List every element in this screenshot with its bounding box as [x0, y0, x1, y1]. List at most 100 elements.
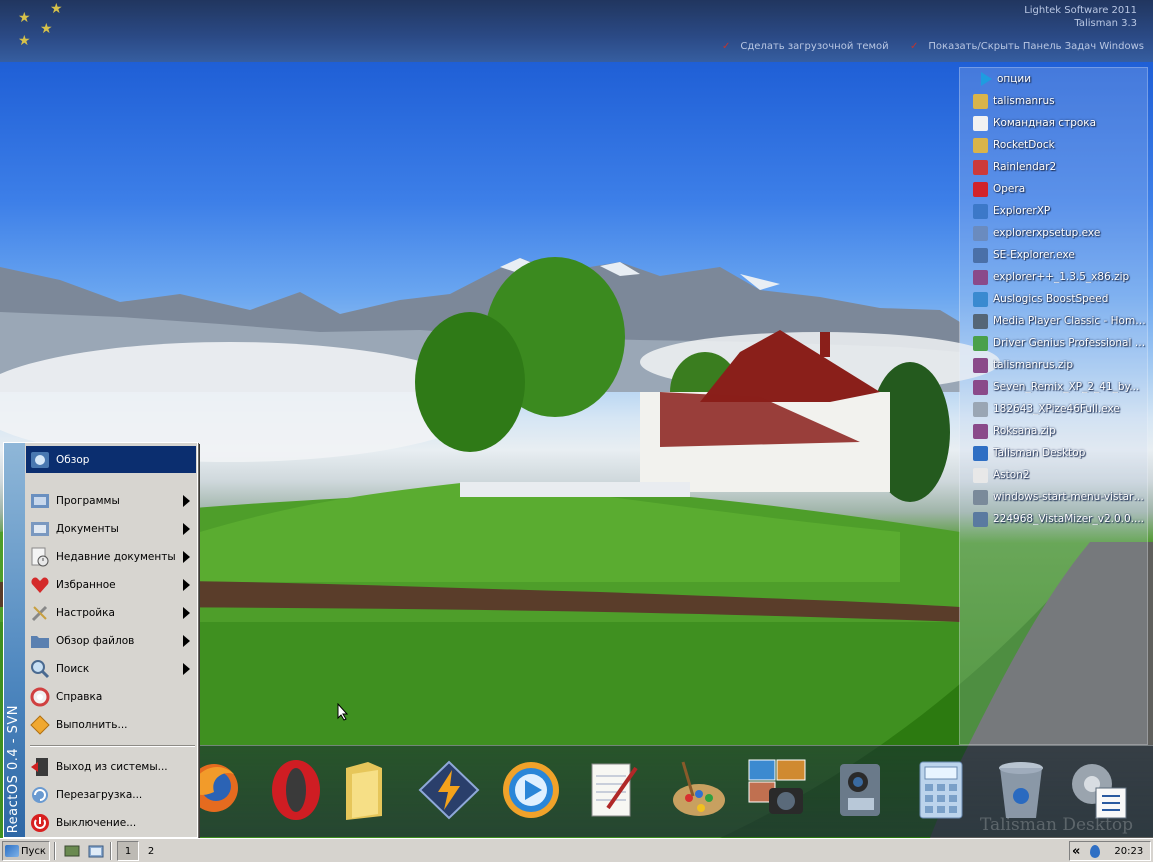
- desktop-shortcut[interactable]: 224968_VistaMizer_v2.0.0....: [960, 508, 1147, 530]
- menu-item-label: Перезагрузка...: [56, 788, 143, 801]
- favorites-icon: [31, 576, 49, 593]
- desktop-shortcut[interactable]: Opera: [960, 178, 1147, 200]
- winamp-icon[interactable]: [418, 758, 480, 822]
- workspace-2-button[interactable]: 2: [140, 841, 162, 861]
- desktop-shortcut-label: Seven_Remix_XP_2_41_by...: [993, 381, 1140, 393]
- explorer-icon[interactable]: [88, 843, 104, 859]
- make-boot-theme-label: Сделать загрузочной темой: [740, 41, 889, 52]
- desktop-shortcut[interactable]: RocketDock: [960, 134, 1147, 156]
- desktop-shortcut[interactable]: Driver Genius Professional E...: [960, 332, 1147, 354]
- menu-item-browse[interactable]: Обзор: [26, 446, 196, 473]
- calculator-icon[interactable]: [910, 758, 972, 822]
- desktop-shortcut[interactable]: explorerxpsetup.exe: [960, 222, 1147, 244]
- desktop-shortcut[interactable]: windows-start-menu-vistart...: [960, 486, 1147, 508]
- menu-item-favorites[interactable]: Избранное: [26, 571, 196, 598]
- notepad-icon[interactable]: [582, 758, 644, 822]
- desktop-shortcut[interactable]: Roksana.zip: [960, 420, 1147, 442]
- show-desktop-icon[interactable]: [64, 843, 80, 859]
- paint-icon[interactable]: [665, 758, 727, 822]
- archive-icon: [973, 423, 988, 439]
- desktop-shortcut[interactable]: SE-Explorer.exe: [960, 244, 1147, 266]
- start-button[interactable]: Пуск: [2, 841, 50, 861]
- photos-icon[interactable]: [745, 758, 807, 822]
- menu-item-label: Документы: [56, 522, 119, 535]
- desktop-shortcut[interactable]: 182643_XPize46Full.exe: [960, 398, 1147, 420]
- stars-logo: ★ ★ ★ ★: [14, 2, 64, 50]
- menu-item-file-browser[interactable]: Обзор файлов: [26, 627, 196, 654]
- menu-item-documents[interactable]: Документы: [26, 515, 196, 542]
- installer-icon: [973, 511, 988, 527]
- submenu-arrow-icon: [183, 663, 190, 675]
- desktop-shortcut[interactable]: ExplorerXP: [960, 200, 1147, 222]
- camcorder-icon[interactable]: [828, 758, 890, 822]
- desktop-shortcut[interactable]: talismanrus: [960, 90, 1147, 112]
- menu-item-programs[interactable]: Программы: [26, 487, 196, 514]
- submenu-arrow-icon: [183, 495, 190, 507]
- desktop-shortcut[interactable]: Командная строка: [960, 112, 1147, 134]
- submenu-arrow-icon: [183, 635, 190, 647]
- menu-item-run[interactable]: Выполнить...: [26, 711, 196, 738]
- start-menu-banner: ReactOS 0.4 - SVN: [4, 443, 25, 837]
- firefox-icon[interactable]: [190, 758, 252, 822]
- documents-icon: [31, 521, 49, 536]
- menu-separator: [30, 745, 195, 747]
- menu-item-recent-documents[interactable]: Недавние документы: [26, 543, 196, 570]
- desktop-shortcut-list: опции talismanrus Командная строка RocketD…: [959, 67, 1148, 745]
- submenu-arrow-icon: [183, 579, 190, 591]
- star-icon: ★: [18, 33, 31, 49]
- file-browser-icon: [31, 635, 49, 648]
- desktop-shortcut-items: talismanrus Командная строка RocketDock Rai…: [960, 90, 1147, 530]
- desktop-shortcut[interactable]: Auslogics BoostSpeed: [960, 288, 1147, 310]
- settings-icon[interactable]: [1068, 758, 1130, 822]
- toggle-taskbar-link[interactable]: ✓ Показать/Скрыть Панель Задач Windows: [910, 41, 1144, 52]
- star-icon: ★: [18, 10, 31, 26]
- menu-item-label: Выключение...: [56, 816, 137, 829]
- menu-item-search[interactable]: Поиск: [26, 655, 196, 682]
- mouse-cursor-icon: [337, 703, 349, 721]
- menu-item-restart[interactable]: Перезагрузка...: [26, 781, 196, 808]
- menu-item-logoff[interactable]: Выход из системы...: [26, 753, 196, 780]
- desktop-shortcut[interactable]: Talisman Desktop: [960, 442, 1147, 464]
- desktop-shortcut[interactable]: talismanrus.zip: [960, 354, 1147, 376]
- tray-expand-button[interactable]: «: [1072, 844, 1080, 859]
- menu-item-label: Программы: [56, 494, 120, 507]
- star-icon: ★: [40, 21, 53, 37]
- media-player-icon[interactable]: [500, 758, 562, 822]
- desktop-shortcut[interactable]: Aston2: [960, 464, 1147, 486]
- desktop-shortcut[interactable]: explorer++_1.3.5_x86.zip: [960, 266, 1147, 288]
- installer-icon: [973, 225, 988, 241]
- workspace-1-button[interactable]: 1: [117, 841, 139, 861]
- folder-icon: [973, 93, 988, 109]
- options-label: опции: [997, 73, 1032, 85]
- desktop-shortcut-label: Driver Genius Professional E...: [993, 337, 1147, 349]
- menu-item-help[interactable]: Справка: [26, 683, 196, 710]
- submenu-arrow-icon: [183, 607, 190, 619]
- make-boot-theme-link[interactable]: ✓ Сделать загрузочной темой: [722, 41, 889, 52]
- search-icon: [31, 659, 50, 678]
- menu-item-shutdown[interactable]: Выключение...: [26, 809, 196, 836]
- menu-item-label: Недавние документы: [56, 550, 176, 563]
- check-icon: ✓: [910, 41, 919, 52]
- desktop-shortcut-label: RocketDock: [993, 139, 1055, 151]
- driver-icon: [973, 335, 988, 351]
- options-item[interactable]: опции: [960, 68, 1147, 90]
- recycle-bin-icon[interactable]: [990, 758, 1052, 822]
- submenu-arrow-icon: [183, 523, 190, 535]
- run-icon: [30, 714, 50, 735]
- folder-icon[interactable]: [338, 758, 400, 822]
- desktop-shortcut-label: Rainlendar2: [993, 161, 1057, 173]
- dock-caption: Talisman Desktop: [979, 815, 1133, 835]
- clock[interactable]: 20:23: [1114, 846, 1143, 857]
- logoff-icon: [31, 757, 48, 776]
- talisman-icon: [973, 445, 988, 461]
- start-button-label: Пуск: [21, 845, 46, 857]
- system-tray: « 20:23: [1069, 841, 1151, 861]
- desktop-shortcut[interactable]: Seven_Remix_XP_2_41_by...: [960, 376, 1147, 398]
- opera-icon[interactable]: [265, 758, 327, 822]
- desktop-shortcut[interactable]: Media Player Classic - Home...: [960, 310, 1147, 332]
- menu-item-settings[interactable]: Настройка: [26, 599, 196, 626]
- talisman-tray-icon[interactable]: [1090, 844, 1101, 858]
- desktop-shortcut[interactable]: Rainlendar2: [960, 156, 1147, 178]
- menu-item-label: Настройка: [56, 606, 115, 619]
- installer-icon: [973, 401, 988, 417]
